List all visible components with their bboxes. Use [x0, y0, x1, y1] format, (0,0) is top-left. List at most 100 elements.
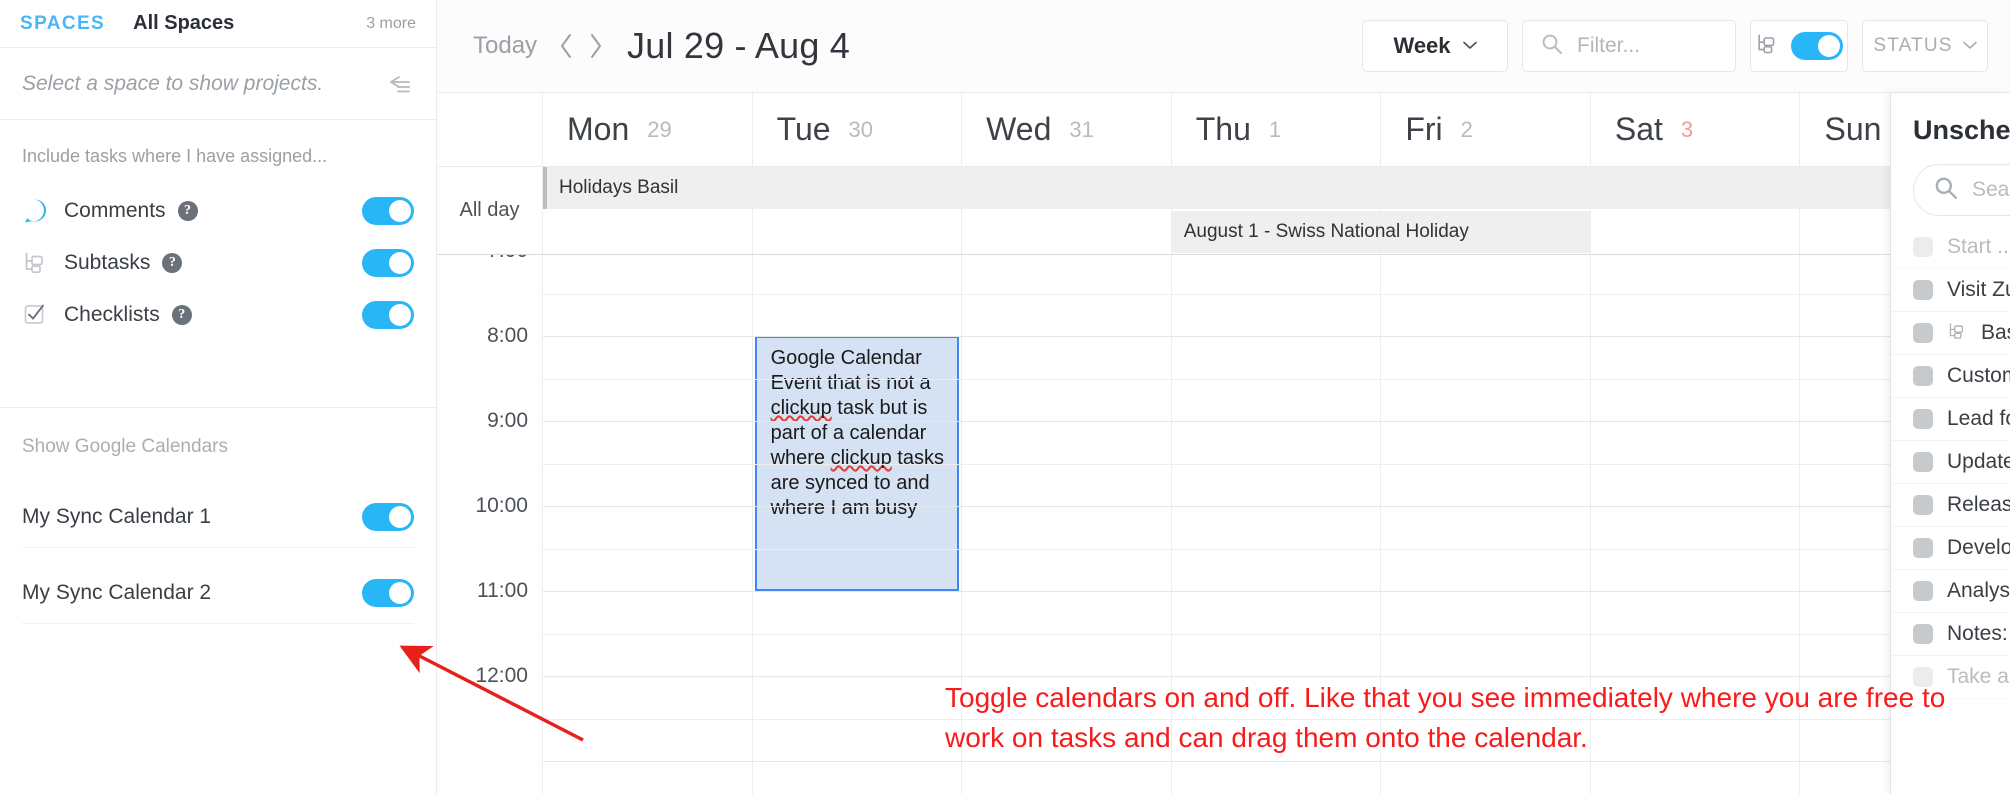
- grid-line: [543, 293, 2010, 295]
- day-name: Sat: [1614, 111, 1663, 147]
- all-day-band-holidays[interactable]: Holidays Basil: [543, 167, 2010, 209]
- day-number: 1: [1268, 116, 1282, 142]
- include-row-subtasks[interactable]: Subtasks ?: [22, 237, 414, 289]
- chevron-left-icon[interactable]: [551, 29, 581, 63]
- toggle-comments[interactable]: [362, 197, 414, 225]
- day-header-fri[interactable]: Fri 2: [1381, 93, 1591, 166]
- include-row-checklists[interactable]: Checklists ?: [22, 289, 414, 341]
- help-icon-checklists[interactable]: ?: [171, 305, 192, 325]
- day-name: Mon: [567, 111, 630, 147]
- help-icon-comments[interactable]: ?: [177, 201, 198, 221]
- status-chip[interactable]: [1913, 581, 1933, 601]
- time-columns: Google Calendar Event that is not a clic…: [543, 255, 2010, 794]
- unscheduled-list-item[interactable]: Release notes: [1891, 484, 2010, 527]
- day-name: Thu: [1195, 111, 1251, 147]
- status-chip[interactable]: [1913, 538, 1933, 558]
- unscheduled-item-label: Development plan: [1947, 536, 2010, 559]
- help-icon-subtasks[interactable]: ?: [162, 253, 183, 273]
- unscheduled-list-item[interactable]: Notes:: [1891, 613, 2010, 656]
- include-label-subtasks: Subtasks: [64, 251, 151, 274]
- grid-line: [543, 591, 2010, 592]
- unscheduled-list-item[interactable]: Update roadmap: [1891, 441, 2010, 484]
- toggle-subtasks[interactable]: [362, 249, 414, 277]
- toggle-checklists[interactable]: [362, 301, 414, 329]
- unscheduled-title: Unscheduled: [1913, 115, 2010, 145]
- status-chip[interactable]: [1913, 667, 1933, 687]
- include-row-comments[interactable]: Comments ?: [22, 185, 414, 237]
- subtask-tree-icon: [1947, 321, 1967, 346]
- status-chip[interactable]: [1913, 366, 1933, 386]
- grid-line: [543, 421, 2010, 422]
- status-chip[interactable]: [1913, 280, 1933, 300]
- time-gutter: 7:00 8:00 9:00 10:00 11:00 12:00: [437, 255, 543, 794]
- toggle-gcal-1[interactable]: [362, 502, 414, 531]
- grid-line: [543, 506, 2010, 507]
- status-selector-label: STATUS: [1873, 35, 1953, 56]
- day-header-sat[interactable]: Sat 3: [1591, 93, 1801, 166]
- day-number: 31: [1069, 116, 1094, 142]
- status-chip[interactable]: [1913, 323, 1933, 343]
- unscheduled-list-item[interactable]: Start ...: [1891, 226, 2010, 269]
- day-header-row: Mon29Tue30Wed31Thu1Fri2Sat3Sun4: [437, 93, 2010, 167]
- filter-input[interactable]: Filter...: [1522, 20, 1736, 72]
- grid-line: [543, 676, 2010, 677]
- grid-line: [543, 336, 2010, 337]
- collapse-sidebar-icon[interactable]: [386, 73, 414, 95]
- time-label-800: 8:00: [487, 324, 528, 347]
- gcal-label-2: My Sync Calendar 2: [22, 580, 212, 604]
- unscheduled-list-item[interactable]: Analysis: [1891, 570, 2010, 613]
- time-label-900: 9:00: [487, 409, 528, 432]
- today-button[interactable]: Today: [473, 32, 537, 60]
- day-header-gutter: [437, 93, 543, 166]
- day-name: Sun: [1824, 111, 1882, 147]
- status-chip[interactable]: [1913, 237, 1933, 257]
- unscheduled-list-item[interactable]: Lead follow up: [1891, 398, 2010, 441]
- unscheduled-search-placeholder: Search: [1972, 178, 2010, 201]
- all-day-label: All day: [437, 167, 543, 254]
- grid-line: [543, 718, 2010, 720]
- unscheduled-item-label: Start ...: [1947, 235, 2010, 258]
- toggle-gcal-2[interactable]: [362, 578, 414, 607]
- spaces-tab[interactable]: SPACES: [20, 13, 105, 35]
- day-number: 3: [1680, 116, 1694, 142]
- status-chip[interactable]: [1913, 624, 1933, 644]
- all-day-grid: Holidays Basil August 1 - Swiss National …: [543, 167, 2010, 254]
- gcal-row-1[interactable]: My Sync Calendar 1: [22, 486, 414, 548]
- day-header-thu[interactable]: Thu 1: [1172, 93, 1382, 166]
- day-header-mon[interactable]: Mon 29: [543, 93, 753, 166]
- chevron-down-icon: [1962, 37, 1977, 55]
- unscheduled-list-item[interactable]: Take a break: [1891, 656, 2010, 699]
- all-spaces-tab[interactable]: All Spaces: [133, 12, 234, 35]
- unscheduled-item-label: Analysis: [1947, 579, 2010, 602]
- include-tasks-section: Include tasks where I have assigned... C…: [0, 120, 436, 341]
- unscheduled-item-label: Update roadmap: [1947, 450, 2010, 473]
- grid-line: [543, 761, 2010, 762]
- gcal-row-2[interactable]: My Sync Calendar 2: [22, 562, 414, 624]
- unscheduled-item-label: Release notes: [1947, 493, 2010, 516]
- day-header-wed[interactable]: Wed 31: [962, 93, 1172, 166]
- unscheduled-item-label: Customer call: [1947, 364, 2010, 387]
- misspelled-word: clickup: [770, 397, 832, 419]
- unscheduled-item-label: Take a break: [1947, 665, 2010, 688]
- subtask-toggle-control[interactable]: [1750, 20, 1848, 72]
- unscheduled-list-item[interactable]: Visit Zurich: [1891, 269, 2010, 312]
- status-selector[interactable]: STATUS: [1862, 20, 1988, 72]
- all-day-event-0[interactable]: August 1 - Swiss National Holiday: [1171, 211, 1591, 253]
- unscheduled-list-item[interactable]: Basil trip: [1891, 312, 2010, 355]
- toolbar-controls: Week Filter... STATUS: [1362, 20, 1988, 72]
- day-header-tue[interactable]: Tue 30: [753, 93, 963, 166]
- unscheduled-search-input[interactable]: Search: [1913, 164, 2010, 216]
- unscheduled-list-item[interactable]: Development plan: [1891, 527, 2010, 570]
- day-number: 30: [848, 116, 874, 142]
- status-chip[interactable]: [1913, 495, 1933, 515]
- status-chip[interactable]: [1913, 452, 1933, 472]
- all-day-row: All day Holidays Basil August 1 - Swiss N…: [437, 167, 2010, 255]
- chevron-right-icon[interactable]: [581, 29, 611, 63]
- unscheduled-list-item[interactable]: Customer call: [1891, 355, 2010, 398]
- day-name: Tue: [776, 111, 831, 147]
- toggle-subtask-view[interactable]: [1791, 32, 1843, 60]
- time-label-1200: 12:00: [475, 664, 528, 687]
- view-selector[interactable]: Week: [1362, 20, 1508, 72]
- status-chip[interactable]: [1913, 409, 1933, 429]
- more-spaces-link[interactable]: 3 more: [366, 15, 416, 33]
